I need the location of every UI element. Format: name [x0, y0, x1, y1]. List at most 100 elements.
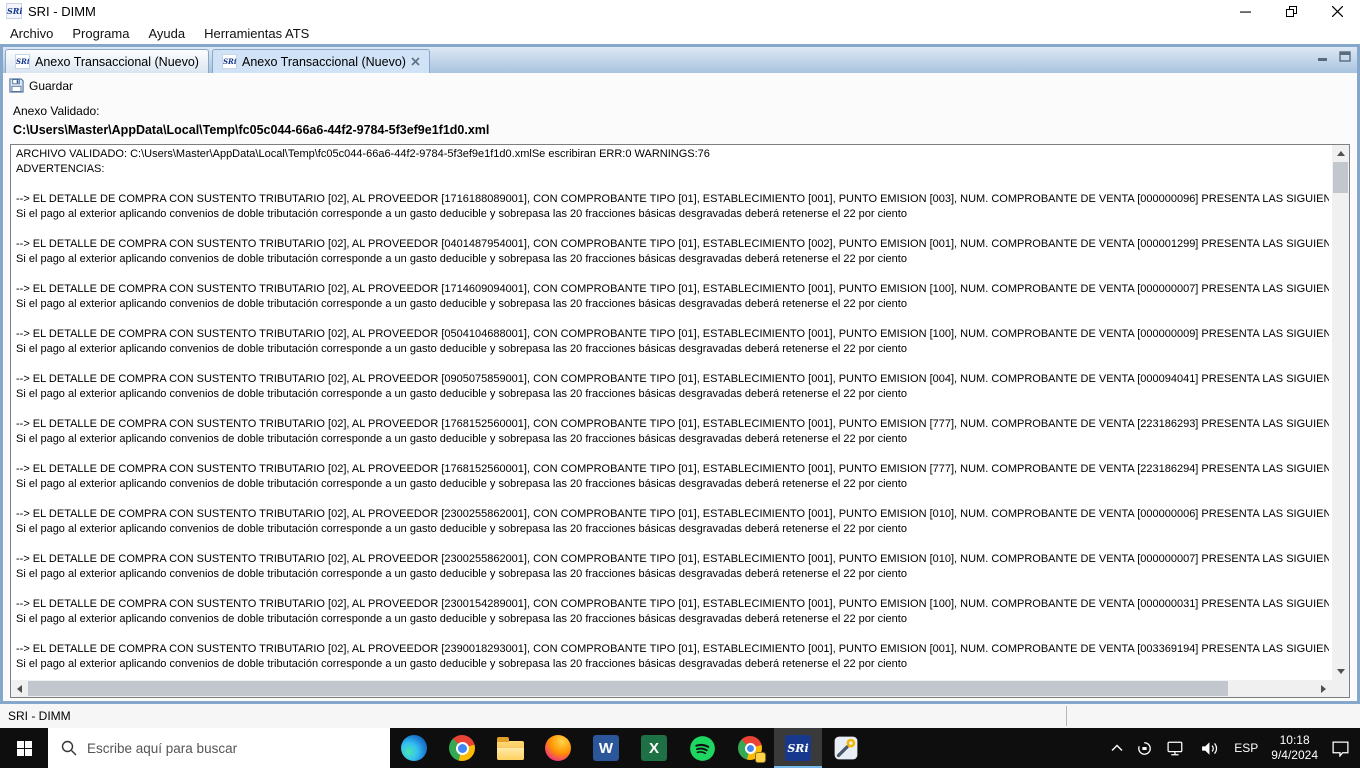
restore-button[interactable]	[1268, 0, 1314, 22]
window-controls	[1222, 0, 1360, 22]
file-explorer-icon	[496, 736, 524, 760]
scroll-down-button[interactable]	[1332, 663, 1349, 680]
warning-block: --> EL DETALLE DE COMPRA CON SUSTENTO TR…	[16, 282, 1329, 312]
tab-label: Anexo Transaccional (Nuevo)	[35, 54, 199, 69]
warning-line2: Si el pago al exterior aplicando conveni…	[16, 388, 907, 400]
tab-close-icon[interactable]	[411, 57, 420, 66]
search-icon	[61, 740, 77, 756]
warning-block: --> EL DETALLE DE COMPRA CON SUSTENTO TR…	[16, 192, 1329, 222]
minimize-icon	[1239, 11, 1251, 13]
word-icon: W	[593, 735, 619, 761]
warning-line1: --> EL DETALLE DE COMPRA CON SUSTENTO TR…	[16, 373, 1329, 385]
validated-file-path: C:\Users\Master\AppData\Local\Temp\fc05c…	[13, 123, 490, 137]
output-warnings-label: ADVERTENCIAS:	[16, 163, 105, 175]
maximize-view-icon[interactable]	[1339, 51, 1352, 62]
app-badge-icon	[755, 752, 766, 763]
horizontal-scrollbar[interactable]	[11, 680, 1332, 697]
tray-chevron-up-icon[interactable]	[1111, 744, 1123, 752]
warning-line1: --> EL DETALLE DE COMPRA CON SUSTENTO TR…	[16, 418, 1329, 430]
vertical-scroll-thumb[interactable]	[1333, 162, 1348, 193]
scroll-left-button[interactable]	[11, 680, 28, 697]
titlebar: SRi SRI - DIMM	[0, 0, 1360, 22]
system-tray: ESP 10:18 9/4/2024	[1111, 728, 1360, 768]
windows-taskbar: W X SRi ESP 10:18 9/4/2024	[0, 728, 1360, 768]
restore-icon	[1285, 5, 1297, 17]
scroll-right-button[interactable]	[1315, 680, 1332, 697]
tray-sync-icon[interactable]	[1136, 740, 1153, 757]
app-frame: SRi Anexo Transaccional (Nuevo) SRi Anex…	[0, 44, 1360, 704]
taskbar-clock[interactable]: 10:18 9/4/2024	[1271, 733, 1318, 763]
tray-network-icon[interactable]	[1166, 740, 1187, 757]
save-label: Guardar	[29, 78, 74, 93]
taskbar-firefox-button[interactable]	[534, 728, 582, 768]
menu-bar: Archivo Programa Ayuda Herramientas ATS	[0, 22, 1360, 44]
warning-line2: Si el pago al exterior aplicando conveni…	[16, 433, 907, 445]
warning-line1: --> EL DETALLE DE COMPRA CON SUSTENTO TR…	[16, 193, 1329, 205]
warning-line1: --> EL DETALLE DE COMPRA CON SUSTENTO TR…	[16, 328, 1329, 340]
taskbar-tools-app-button[interactable]	[822, 728, 870, 768]
taskbar-spotify-button[interactable]	[678, 728, 726, 768]
editor-area: Guardar Anexo Validado: C:\Users\Master\…	[3, 73, 1357, 701]
warning-line2: Si el pago al exterior aplicando conveni…	[16, 208, 907, 220]
menu-ayuda[interactable]: Ayuda	[148, 26, 185, 41]
editor-toolbar: Guardar	[3, 73, 1357, 98]
warning-line2: Si el pago al exterior aplicando conveni…	[16, 523, 907, 535]
validation-output-text: ARCHIVO VALIDADO: C:\Users\Master\AppDat…	[16, 147, 1329, 678]
warning-line1: --> EL DETALLE DE COMPRA CON SUSTENTO TR…	[16, 463, 1329, 475]
warning-block: --> EL DETALLE DE COMPRA CON SUSTENTO TR…	[16, 642, 1329, 672]
action-center-icon[interactable]	[1331, 740, 1350, 757]
warning-block: --> EL DETALLE DE COMPRA CON SUSTENTO TR…	[16, 417, 1329, 447]
tools-app-icon	[834, 736, 858, 760]
language-indicator[interactable]: ESP	[1234, 741, 1258, 755]
taskbar-excel-button[interactable]: X	[630, 728, 678, 768]
warning-block: --> EL DETALLE DE COMPRA CON SUSTENTO TR…	[16, 327, 1329, 357]
warning-line1: --> EL DETALLE DE COMPRA CON SUSTENTO TR…	[16, 283, 1329, 295]
status-text: SRI - DIMM	[8, 709, 71, 723]
excel-icon: X	[641, 735, 667, 761]
warning-line2: Si el pago al exterior aplicando conveni…	[16, 658, 907, 670]
arrow-down-icon	[1336, 669, 1345, 674]
taskbar-chrome-button[interactable]	[438, 728, 486, 768]
warning-line2: Si el pago al exterior aplicando conveni…	[16, 613, 907, 625]
taskbar-sri-dimm-button[interactable]: SRi	[774, 728, 822, 768]
warning-line1: --> EL DETALLE DE COMPRA CON SUSTENTO TR…	[16, 598, 1329, 610]
warning-line1: --> EL DETALLE DE COMPRA CON SUSTENTO TR…	[16, 238, 1329, 250]
menu-programa[interactable]: Programa	[72, 26, 129, 41]
warning-line1: --> EL DETALLE DE COMPRA CON SUSTENTO TR…	[16, 643, 1329, 655]
arrow-up-icon	[1336, 151, 1345, 156]
search-input[interactable]	[87, 740, 367, 756]
minimize-view-icon[interactable]	[1317, 51, 1330, 62]
warning-line1: --> EL DETALLE DE COMPRA CON SUSTENTO TR…	[16, 553, 1329, 565]
vertical-scrollbar[interactable]	[1332, 145, 1349, 680]
scroll-up-button[interactable]	[1332, 145, 1349, 162]
horizontal-scroll-thumb[interactable]	[28, 681, 1228, 696]
validation-output-textarea[interactable]: ARCHIVO VALIDADO: C:\Users\Master\AppDat…	[10, 144, 1350, 698]
view-controls	[1317, 51, 1352, 62]
minimize-button[interactable]	[1222, 0, 1268, 22]
taskbar-edge-button[interactable]	[390, 728, 438, 768]
warning-line2: Si el pago al exterior aplicando conveni…	[16, 478, 907, 490]
tray-volume-icon[interactable]	[1200, 740, 1221, 757]
taskbar-word-button[interactable]: W	[582, 728, 630, 768]
chrome-icon	[449, 735, 475, 761]
status-bar: SRI - DIMM	[0, 704, 1360, 728]
taskbar-file-explorer-button[interactable]	[486, 728, 534, 768]
spotify-icon	[689, 735, 715, 761]
tab-anexo-transaccional-2[interactable]: SRi Anexo Transaccional (Nuevo)	[211, 49, 430, 73]
warning-block: --> EL DETALLE DE COMPRA CON SUSTENTO TR…	[16, 552, 1329, 582]
sri-dimm-icon: SRi	[785, 735, 811, 761]
taskbar-chrome-badge-button[interactable]	[726, 728, 774, 768]
warning-block: --> EL DETALLE DE COMPRA CON SUSTENTO TR…	[16, 507, 1329, 537]
menu-herramientas-ats[interactable]: Herramientas ATS	[204, 26, 309, 41]
window-title: SRI - DIMM	[28, 3, 96, 19]
clock-time: 10:18	[1279, 733, 1310, 747]
clock-date: 9/4/2024	[1271, 748, 1318, 762]
close-button[interactable]	[1314, 0, 1360, 22]
taskbar-search[interactable]	[48, 728, 390, 768]
menu-archivo[interactable]: Archivo	[10, 26, 53, 41]
save-button[interactable]: Guardar	[9, 78, 73, 93]
scrollbar-corner	[1332, 680, 1349, 697]
start-button[interactable]	[0, 728, 48, 768]
status-divider	[1066, 706, 1067, 726]
tab-anexo-transaccional-1[interactable]: SRi Anexo Transaccional (Nuevo)	[5, 49, 209, 73]
